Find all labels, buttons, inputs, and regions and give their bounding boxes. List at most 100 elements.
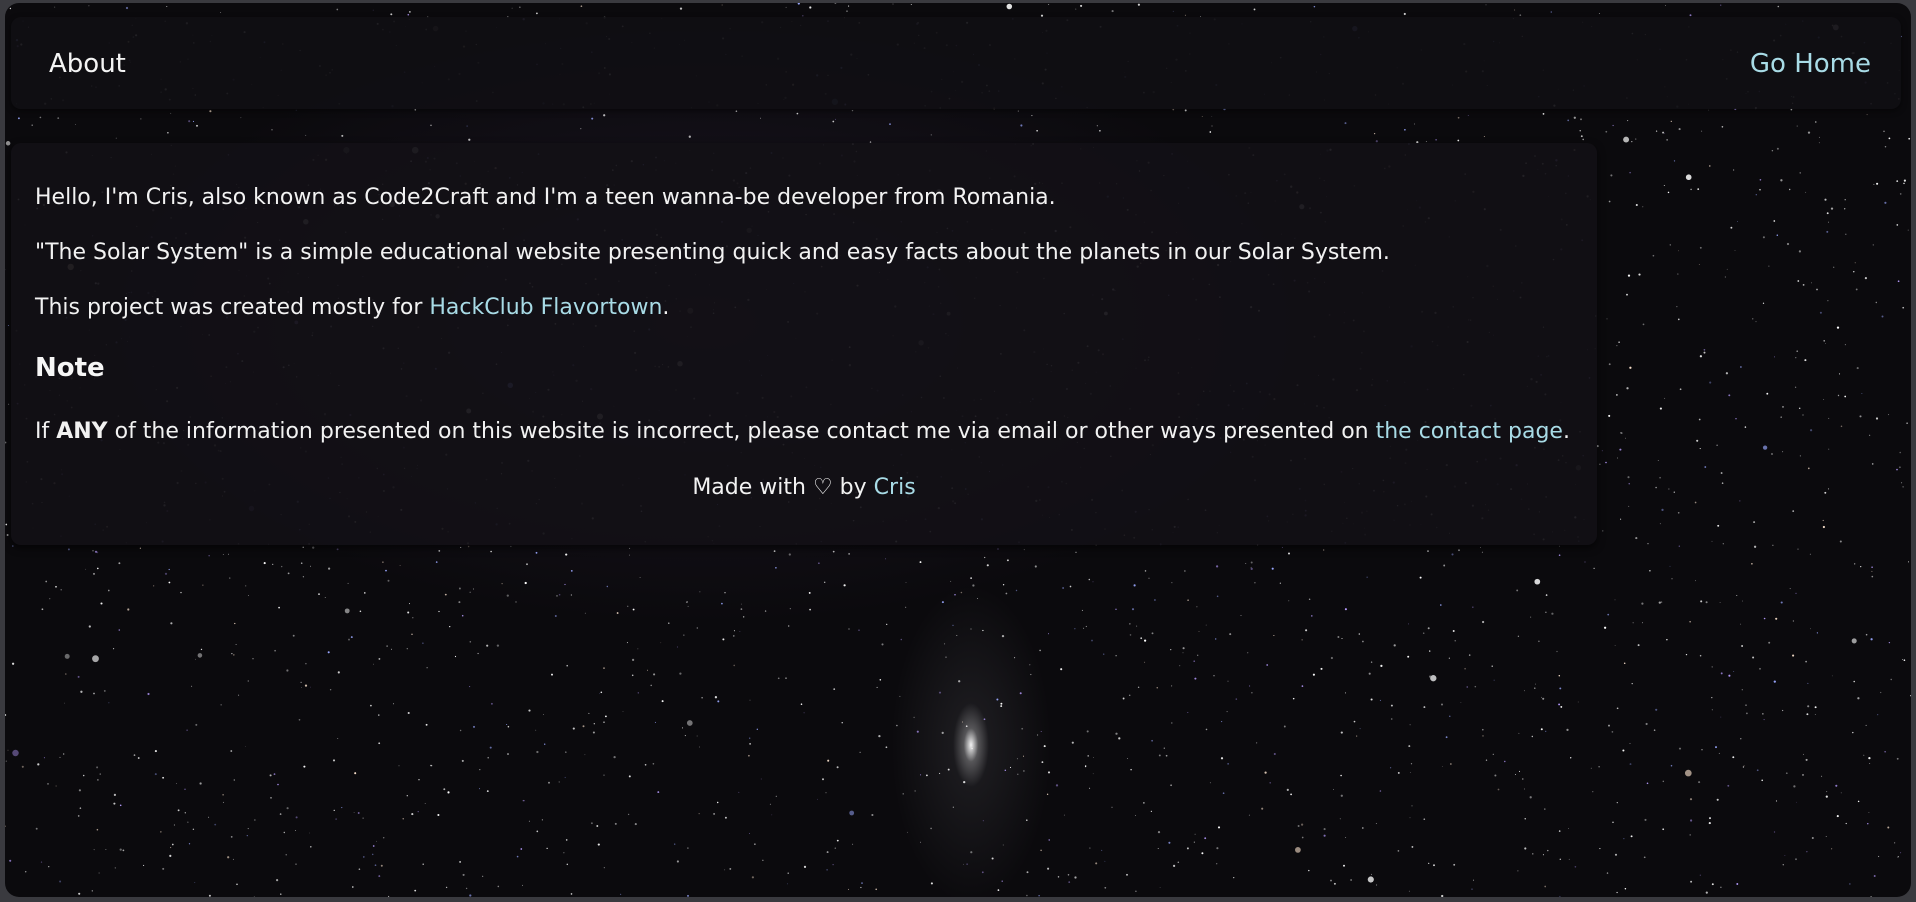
- star: [1404, 128, 1406, 131]
- star: [477, 652, 479, 655]
- star: [1655, 708, 1658, 711]
- star: [329, 688, 332, 691]
- star: [777, 677, 780, 680]
- star: [558, 593, 561, 596]
- star: [1001, 880, 1003, 882]
- contact-page-link[interactable]: the contact page: [1376, 419, 1563, 444]
- star: [938, 691, 942, 694]
- star: [1910, 695, 1911, 697]
- star: [1133, 584, 1136, 587]
- star: [823, 581, 826, 584]
- star: [1222, 792, 1225, 795]
- star: [1741, 645, 1744, 647]
- star: [1144, 639, 1147, 642]
- star: [1330, 879, 1332, 882]
- star: [841, 722, 843, 724]
- star: [1698, 264, 1700, 265]
- star: [1711, 540, 1713, 542]
- star: [280, 893, 282, 895]
- star: [1566, 728, 1569, 732]
- star: [1179, 665, 1181, 667]
- star: [269, 774, 272, 777]
- star: [1428, 862, 1430, 865]
- star: [295, 829, 296, 831]
- star: [1733, 670, 1735, 672]
- go-home-link[interactable]: Go Home: [1750, 49, 1871, 79]
- star: [1771, 453, 1773, 455]
- star: [1144, 661, 1146, 663]
- author-link[interactable]: Cris: [874, 475, 916, 500]
- star: [1197, 654, 1199, 656]
- star: [99, 773, 101, 775]
- star: [701, 697, 703, 699]
- star: [194, 882, 196, 883]
- star: [1802, 773, 1804, 776]
- star: [1538, 640, 1540, 643]
- star: [724, 816, 727, 819]
- star: [1292, 697, 1295, 700]
- star: [1690, 880, 1693, 883]
- star: [852, 843, 854, 845]
- star: [188, 120, 191, 123]
- star: [286, 807, 289, 810]
- note-emphasis: ANY: [56, 419, 108, 444]
- star: [192, 120, 195, 122]
- hackclub-flavortown-link[interactable]: HackClub Flavortown: [429, 295, 662, 320]
- star: [154, 750, 157, 753]
- star: [1516, 589, 1519, 592]
- star: [209, 110, 212, 113]
- star: [1709, 381, 1712, 384]
- star: [1540, 728, 1543, 731]
- star: [236, 883, 238, 886]
- star: [1658, 601, 1661, 604]
- star: [424, 803, 426, 804]
- star: [1777, 5, 1780, 8]
- star: [1261, 807, 1264, 810]
- star: [1739, 500, 1741, 502]
- star: [1118, 737, 1121, 740]
- star: [1359, 728, 1361, 730]
- star: [153, 585, 155, 587]
- star: [1844, 199, 1846, 201]
- star: [1135, 890, 1137, 892]
- star: [1666, 139, 1668, 141]
- star: [1273, 634, 1275, 637]
- star: [871, 813, 874, 817]
- star: [407, 13, 410, 16]
- star: [1792, 510, 1795, 512]
- star: [1288, 600, 1290, 602]
- star: [1184, 570, 1186, 572]
- star: [685, 601, 687, 603]
- star: [444, 593, 447, 596]
- star: [1429, 650, 1431, 652]
- star: [1193, 660, 1196, 663]
- star: [1807, 131, 1811, 134]
- star: [1822, 525, 1826, 529]
- star: [836, 839, 839, 842]
- star: [1235, 698, 1238, 700]
- star: [1908, 561, 1909, 563]
- star: [986, 564, 989, 567]
- star: [1818, 142, 1820, 144]
- star: [613, 755, 616, 759]
- star: [195, 658, 196, 660]
- star: [1445, 736, 1448, 739]
- star: [1623, 136, 1630, 143]
- star: [1780, 416, 1782, 418]
- star: [496, 644, 500, 647]
- star: [1616, 394, 1618, 396]
- star: [408, 603, 411, 605]
- star: [305, 134, 307, 136]
- star: [39, 116, 42, 119]
- star: [1775, 617, 1778, 620]
- star: [1744, 426, 1747, 428]
- star: [1726, 268, 1728, 270]
- star: [88, 5, 90, 7]
- star: [411, 633, 413, 635]
- star: [12, 545, 14, 547]
- star: [5, 141, 11, 146]
- star: [1821, 775, 1823, 777]
- star: [797, 3, 800, 5]
- star: [1865, 633, 1868, 636]
- star: [371, 853, 374, 856]
